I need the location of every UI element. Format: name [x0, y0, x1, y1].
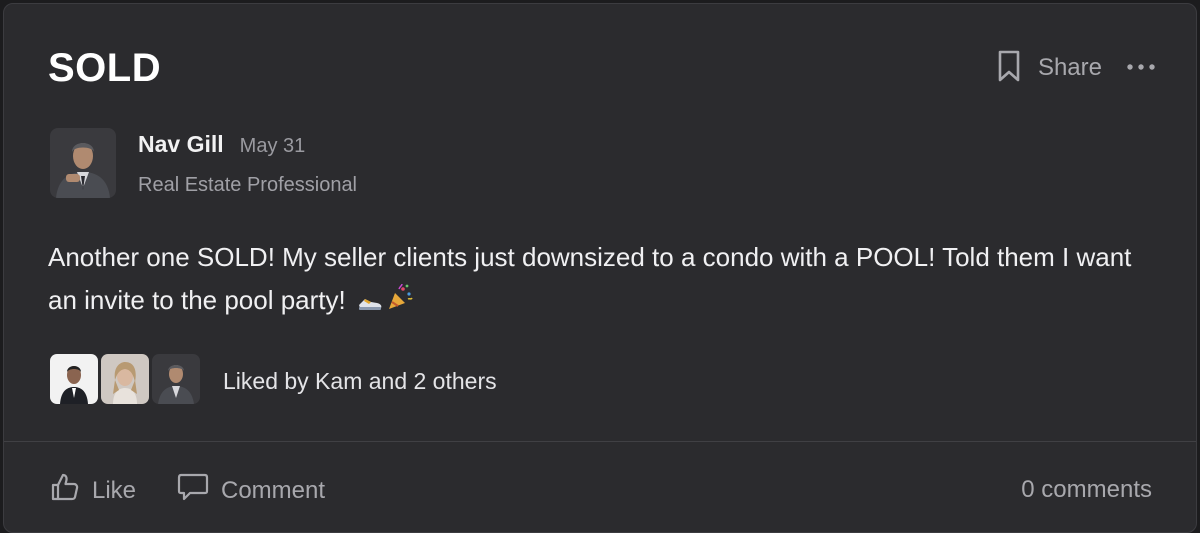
author-name[interactable]: Nav Gill — [138, 131, 224, 158]
liker-avatar[interactable] — [50, 354, 98, 404]
post-date: May 31 — [239, 135, 306, 157]
like-label: Like — [92, 476, 137, 504]
author-avatar[interactable] — [50, 128, 116, 198]
post-card: SOLD Share Nav Gill May 31 Real Estate P… — [3, 3, 1197, 533]
sneaker-icon — [357, 281, 383, 324]
comment-button[interactable]: Comment — [177, 472, 325, 509]
bookmark-icon — [996, 49, 1022, 88]
comment-bubble-icon — [177, 472, 209, 509]
liker-avatar[interactable] — [101, 354, 149, 404]
post-header-actions: Share — [996, 50, 1156, 86]
liked-by-text[interactable]: Liked by Kam and 2 others — [223, 368, 497, 395]
more-horizontal-icon — [1126, 59, 1156, 77]
footer-divider — [4, 441, 1196, 442]
comments-count[interactable]: 0 comments — [1021, 476, 1152, 504]
post-title: SOLD — [48, 46, 162, 90]
share-label: Share — [1037, 54, 1102, 81]
more-options-button[interactable] — [1126, 59, 1156, 77]
post-body-text: Another one SOLD! My seller clients just… — [48, 242, 1132, 315]
liker-avatars[interactable] — [50, 354, 200, 404]
thumbs-up-icon — [50, 472, 80, 509]
post-body: Another one SOLD! My seller clients just… — [48, 236, 1148, 324]
author-line: Nav Gill May 31 — [138, 131, 305, 158]
author-role: Real Estate Professional — [138, 174, 358, 196]
party-popper-icon — [387, 281, 413, 324]
comment-label: Comment — [221, 476, 326, 504]
share-button[interactable]: Share — [996, 49, 1102, 88]
liker-avatar[interactable] — [152, 354, 200, 404]
like-button[interactable]: Like — [50, 472, 136, 509]
